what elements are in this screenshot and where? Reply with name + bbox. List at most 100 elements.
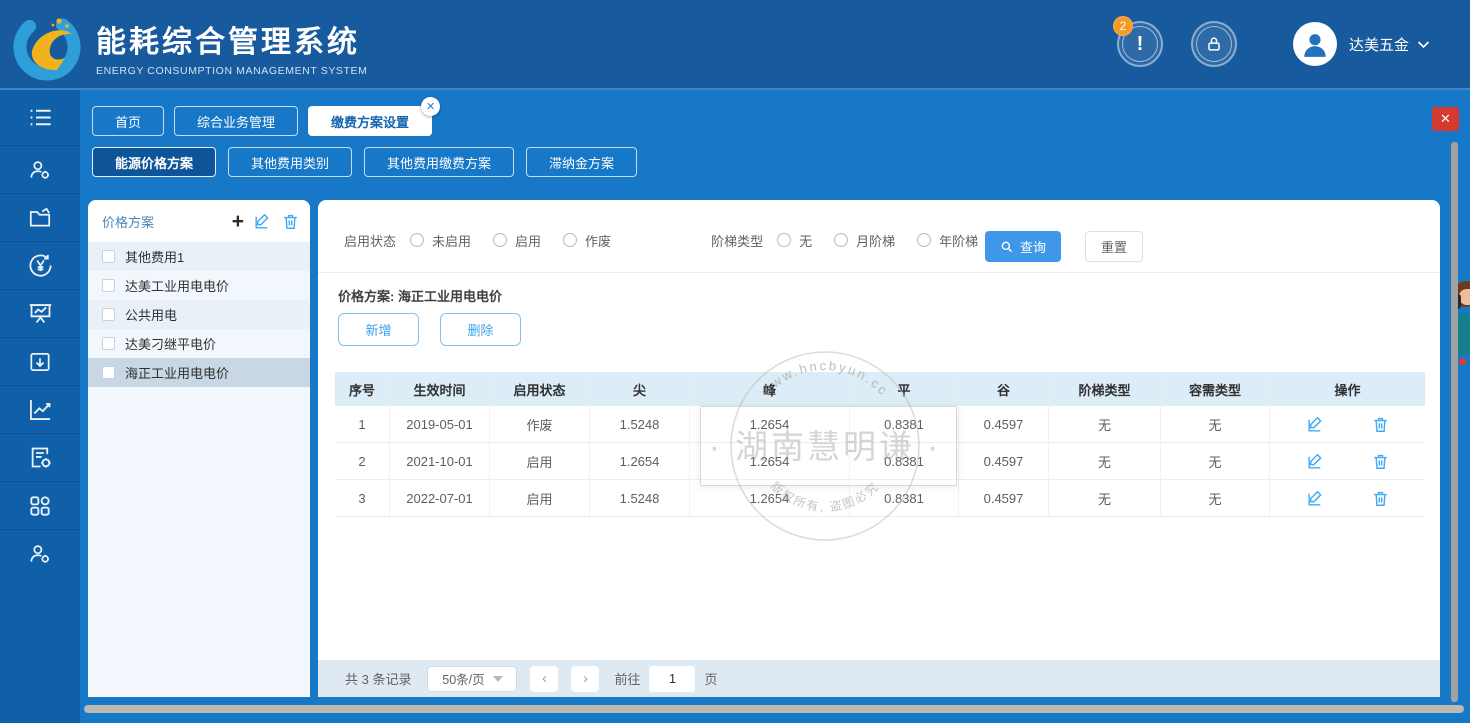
horizontal-scrollbar[interactable] (84, 705, 1464, 713)
subtab-other-fee-category[interactable]: 其他费用类别 (228, 147, 352, 177)
tab-business-management[interactable]: 综合业务管理 (174, 106, 298, 136)
radio-none[interactable]: 无 (777, 231, 812, 250)
sidebar-item-files[interactable] (0, 194, 80, 242)
checkbox[interactable] (102, 250, 115, 263)
tab-home[interactable]: 首页 (92, 106, 164, 136)
column-header: 生效时间 (390, 372, 490, 406)
delete-row-icon[interactable] (1371, 415, 1390, 434)
price-plan-title: 价格方案 (102, 212, 232, 231)
radio-voided[interactable]: 作废 (563, 231, 611, 250)
lock-button[interactable] (1191, 21, 1237, 67)
subtab-late-fee-plan[interactable]: 滞纳金方案 (526, 147, 637, 177)
sidebar-item-monitor-board[interactable] (0, 290, 80, 338)
goto-label: 前往 (614, 669, 640, 688)
prev-page-button[interactable]: ‹ (530, 666, 558, 692)
sidebar-item-report-settings[interactable] (0, 434, 80, 482)
app-window: 能耗综合管理系统 ENERGY CONSUMPTION MANAGEMENT S… (0, 0, 1470, 723)
table-row: 32022-07-01启用1.52481.26540.83810.4597无无 (335, 480, 1425, 517)
table-cell: 1.2654 (690, 480, 850, 516)
radio-not-enabled[interactable]: 未启用 (410, 231, 471, 250)
list-item[interactable]: 其他费用1 (88, 242, 310, 271)
sidebar-item-billing[interactable] (0, 242, 80, 290)
page-number-input[interactable] (649, 666, 695, 692)
radio-icon (834, 233, 848, 247)
list-item[interactable]: 达美工业用电电价 (88, 271, 310, 300)
delete-row-icon[interactable] (1371, 489, 1390, 508)
radio-label: 月阶梯 (856, 231, 895, 250)
table-row: 22021-10-01启用1.26541.26540.83810.4597无无 (335, 443, 1425, 480)
radio-monthly-ladder[interactable]: 月阶梯 (834, 231, 895, 250)
list-item[interactable]: 达美刁继平电价 (88, 329, 310, 358)
radio-yearly-ladder[interactable]: 年阶梯 (917, 231, 978, 250)
tab-label: 缴费方案设置 (331, 112, 409, 131)
radio-icon (563, 233, 577, 247)
edit-row-icon[interactable] (1306, 452, 1325, 471)
table-cell: 2019-05-01 (390, 406, 490, 442)
edit-row-icon[interactable] (1306, 489, 1325, 508)
list-item-selected[interactable]: 海正工业用电电价 (88, 358, 310, 387)
lock-icon (1196, 26, 1232, 62)
vertical-scrollbar[interactable] (1451, 142, 1458, 702)
presentation-chart-icon (27, 300, 54, 327)
edit-row-icon[interactable] (1306, 415, 1325, 434)
table-body: 12019-05-01作废1.52481.26540.83810.4597无无 … (335, 406, 1425, 517)
column-header: 尖 (590, 372, 690, 406)
column-header: 容需类型 (1161, 372, 1270, 406)
checkbox[interactable] (102, 279, 115, 292)
subtab-energy-price-plan[interactable]: 能源价格方案 (92, 147, 216, 177)
checkbox[interactable] (102, 366, 115, 379)
apps-grid-icon (27, 493, 53, 519)
notifications-button[interactable]: ! 2 (1117, 21, 1163, 67)
sidebar-item-statistics[interactable] (0, 386, 80, 434)
table-cell: 2022-07-01 (390, 480, 490, 516)
username-label[interactable]: 达美五金 (1349, 34, 1409, 55)
ladder-filter-group: 阶梯类型 无 月阶梯 年阶梯 (711, 231, 1000, 250)
sidebar-item-import[interactable] (0, 338, 80, 386)
document-settings-icon (27, 444, 54, 471)
app-header: 能耗综合管理系统 ENERGY CONSUMPTION MANAGEMENT S… (0, 0, 1470, 90)
table-row: 12019-05-01作废1.52481.26540.83810.4597无无 (335, 406, 1425, 443)
list-item[interactable]: 公共用电 (88, 300, 310, 329)
delete-row-icon[interactable] (1371, 452, 1390, 471)
list-item-label: 达美工业用电电价 (125, 276, 229, 295)
agent-badge-dot (1459, 358, 1466, 365)
page-size-select[interactable]: 50条/页 (427, 666, 517, 692)
column-header: 操作 (1270, 372, 1425, 406)
table-cell: 1.5248 (590, 406, 690, 442)
column-header: 序号 (335, 372, 390, 406)
column-header: 平 (850, 372, 959, 406)
radio-enabled[interactable]: 启用 (493, 231, 541, 250)
delete-button[interactable]: 删除 (440, 313, 521, 346)
sidebar-item-menu[interactable] (0, 90, 80, 146)
table-cell: 作废 (490, 406, 590, 442)
notification-badge: 2 (1113, 16, 1133, 36)
chevron-down-icon[interactable] (1417, 40, 1430, 49)
sidebar-item-account-settings[interactable] (0, 530, 80, 578)
next-page-button[interactable]: › (571, 666, 599, 692)
subtab-other-fee-payment-plan[interactable]: 其他费用缴费方案 (364, 147, 514, 177)
table-cell: 1.2654 (690, 443, 850, 479)
checkbox[interactable] (102, 337, 115, 350)
user-avatar[interactable] (1293, 22, 1337, 66)
delete-plan-icon[interactable] (281, 212, 300, 231)
sidebar-item-apps[interactable] (0, 482, 80, 530)
checkbox[interactable] (102, 308, 115, 321)
search-button[interactable]: 查询 (985, 231, 1061, 262)
edit-plan-icon[interactable] (253, 212, 272, 231)
table-cell: 无 (1161, 480, 1270, 516)
radio-icon (917, 233, 931, 247)
app-subtitle: ENERGY CONSUMPTION MANAGEMENT SYSTEM (96, 65, 368, 77)
add-plan-icon[interactable]: + (232, 211, 244, 232)
divider (318, 272, 1440, 273)
table-cell: 启用 (490, 480, 590, 516)
current-plan-line: 价格方案: 海正工业用电电价 (338, 286, 502, 305)
tab-close-icon[interactable]: ✕ (421, 97, 440, 116)
sidebar (0, 90, 80, 723)
table-cell: 启用 (490, 443, 590, 479)
tab-payment-plan-settings[interactable]: 缴费方案设置 ✕ (308, 106, 432, 136)
add-button[interactable]: 新增 (338, 313, 419, 346)
sidebar-item-user-management[interactable] (0, 146, 80, 194)
main-tabs: 首页 综合业务管理 缴费方案设置 ✕ (92, 106, 432, 136)
reset-button[interactable]: 重置 (1085, 231, 1143, 262)
close-page-button[interactable]: ✕ (1432, 107, 1459, 131)
